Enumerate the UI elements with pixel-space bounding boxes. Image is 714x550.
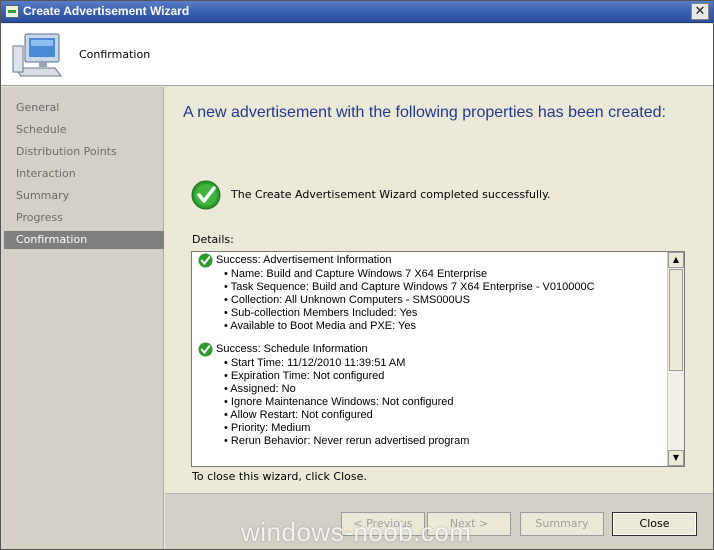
app-icon — [5, 5, 19, 18]
success-check-icon — [198, 342, 213, 357]
detail-item: • Available to Boot Media and PXE: Yes — [224, 320, 417, 332]
computer-icon — [12, 33, 62, 77]
window-close-button[interactable]: ✕ — [691, 3, 709, 20]
wizard-header: Confirmation — [1, 24, 713, 86]
detail-item: • Rerun Behavior: Never rerun advertised… — [224, 435, 470, 447]
details-label: Details: — [192, 233, 234, 246]
scroll-up-arrow-icon[interactable]: ▲ — [668, 252, 684, 268]
sidebar-item-progress[interactable]: Progress — [4, 209, 164, 227]
sidebar-item-general[interactable]: General — [4, 99, 164, 117]
details-scrollbar[interactable]: ▲ ▼ — [667, 252, 684, 466]
page-heading: A new advertisement with the following p… — [183, 104, 666, 121]
success-check-icon — [191, 180, 221, 210]
wizard-sidebar: General Schedule Distribution Points Int… — [1, 87, 164, 549]
section-header: Success: Schedule Information — [196, 342, 664, 357]
close-hint: To close this wizard, click Close. — [192, 470, 367, 483]
sidebar-item-confirmation[interactable]: Confirmation — [4, 231, 164, 249]
window-title: Create Advertisement Wizard — [23, 4, 190, 18]
success-check-icon — [198, 253, 213, 268]
header-title: Confirmation — [79, 48, 151, 61]
watermark: windows-noob.com — [241, 517, 472, 547]
scroll-down-arrow-icon[interactable]: ▼ — [668, 450, 684, 466]
close-button[interactable]: Close — [612, 512, 697, 536]
detail-item: • Sub-collection Members Included: Yes — [224, 307, 418, 319]
detail-item: • Name: Build and Capture Windows 7 X64 … — [224, 268, 488, 280]
detail-item: • Collection: All Unknown Computers - SM… — [224, 294, 470, 306]
wizard-window: Create Advertisement Wizard ✕ Confirmati… — [0, 0, 714, 550]
main-panel: A new advertisement with the following p… — [165, 87, 713, 493]
details-textbox[interactable]: Success: Advertisement Information • Nam… — [191, 251, 685, 467]
section-header: Success: Advertisement Information — [196, 253, 664, 268]
detail-item: • Assigned: No — [224, 383, 296, 395]
scroll-thumb[interactable] — [669, 269, 683, 371]
sidebar-item-schedule[interactable]: Schedule — [4, 121, 164, 139]
title-bar[interactable]: Create Advertisement Wizard ✕ — [1, 1, 713, 23]
sidebar-item-summary[interactable]: Summary — [4, 187, 164, 205]
sidebar-item-interaction[interactable]: Interaction — [4, 165, 164, 183]
detail-item: • Ignore Maintenance Windows: Not config… — [224, 396, 454, 408]
success-message: The Create Advertisement Wizard complete… — [231, 188, 551, 201]
detail-item: • Start Time: 11/12/2010 11:39:51 AM — [224, 357, 406, 369]
detail-item: • Allow Restart: Not configured — [224, 409, 373, 421]
detail-item: • Task Sequence: Build and Capture Windo… — [224, 281, 595, 293]
detail-item: • Priority: Medium — [224, 422, 311, 434]
detail-item: • Expiration Time: Not configured — [224, 370, 385, 382]
summary-button[interactable]: Summary — [520, 512, 604, 536]
details-content: Success: Advertisement Information • Nam… — [192, 252, 668, 466]
sidebar-item-distribution-points[interactable]: Distribution Points — [4, 143, 164, 161]
section-title: Success: Schedule Information — [216, 343, 368, 355]
section-title: Success: Advertisement Information — [216, 254, 392, 266]
